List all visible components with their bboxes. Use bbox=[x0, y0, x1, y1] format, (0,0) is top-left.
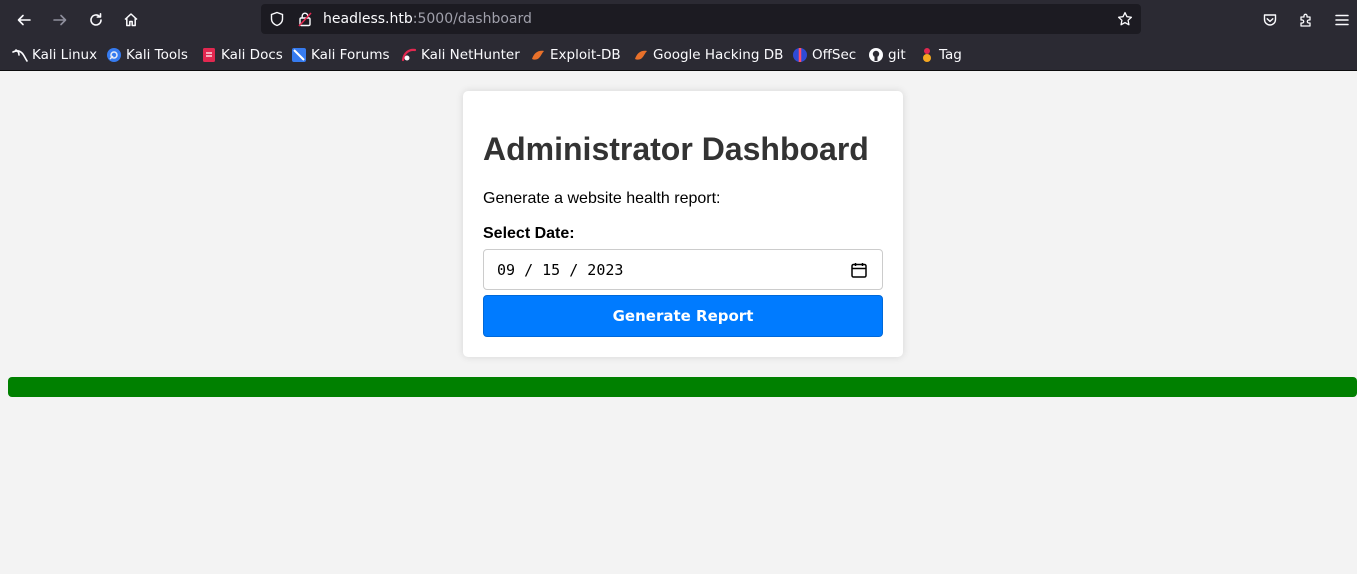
pocket-button[interactable] bbox=[1256, 6, 1284, 34]
insecure-lock-icon[interactable] bbox=[297, 11, 313, 27]
kali-dragon-icon bbox=[12, 47, 28, 63]
date-label: Select Date: bbox=[483, 225, 575, 242]
offsec-icon bbox=[792, 47, 808, 63]
bookmark-kali-docs[interactable]: Kali Docs bbox=[201, 46, 283, 64]
tracking-shield-icon[interactable] bbox=[269, 11, 285, 27]
bookmark-label: Kali Linux bbox=[32, 47, 98, 63]
bookmark-kali-nethunter[interactable]: Kali NetHunter bbox=[401, 46, 520, 64]
bookmarks-toolbar: Kali Linux Kali Tools Kali Docs Kali For… bbox=[0, 40, 1357, 71]
kali-tools-icon bbox=[106, 47, 122, 63]
kali-forums-icon bbox=[291, 47, 307, 63]
puzzle-icon bbox=[1300, 13, 1311, 27]
report-progress-bar bbox=[8, 377, 1357, 397]
pocket-icon bbox=[1263, 14, 1277, 26]
date-input[interactable]: 09 / 15 / 2023 bbox=[483, 249, 883, 290]
bookmark-label: Kali Tools bbox=[126, 47, 188, 63]
url-text[interactable]: headless.htb:5000/dashboard bbox=[323, 10, 532, 28]
date-value[interactable]: 09 / 15 / 2023 bbox=[497, 260, 623, 280]
bookmark-label: Google Hacking DB bbox=[653, 47, 784, 63]
bookmark-git[interactable]: git bbox=[868, 46, 906, 64]
bookmark-kali-forums[interactable]: Kali Forums bbox=[291, 46, 390, 64]
bookmark-star-icon[interactable] bbox=[1117, 11, 1133, 27]
bookmark-label: Exploit-DB bbox=[550, 47, 621, 63]
reload-icon bbox=[90, 13, 102, 26]
url-path: :5000/dashboard bbox=[412, 11, 532, 27]
bookmark-label: Kali NetHunter bbox=[421, 47, 520, 63]
back-arrow-icon bbox=[17, 14, 31, 26]
bookmark-label: Kali Forums bbox=[311, 47, 390, 63]
bookmark-label: git bbox=[888, 47, 906, 63]
kali-nethunter-icon bbox=[401, 47, 417, 63]
calendar-icon[interactable] bbox=[850, 261, 868, 279]
generate-report-button[interactable]: Generate Report bbox=[483, 295, 883, 337]
bookmark-offsec[interactable]: OffSec bbox=[792, 46, 856, 64]
tag-icon bbox=[919, 47, 935, 63]
kali-docs-icon bbox=[201, 47, 217, 63]
bookmark-google-hacking-db[interactable]: Google Hacking DB bbox=[633, 46, 783, 64]
back-button[interactable] bbox=[10, 6, 38, 34]
bookmark-tag[interactable]: Tag bbox=[919, 46, 962, 64]
bookmark-label: Tag bbox=[939, 47, 962, 63]
bookmark-exploit-db[interactable]: Exploit-DB bbox=[530, 46, 621, 64]
bookmark-kali-linux[interactable]: Kali Linux bbox=[12, 46, 97, 64]
github-icon bbox=[868, 47, 884, 63]
browser-toolbar: headless.htb:5000/dashboard bbox=[0, 0, 1357, 40]
forward-button[interactable] bbox=[46, 6, 74, 34]
bookmark-label: OffSec bbox=[812, 47, 857, 63]
extensions-button[interactable] bbox=[1292, 6, 1320, 34]
ghdb-icon bbox=[633, 47, 649, 63]
home-button[interactable] bbox=[117, 6, 145, 34]
app-menu-button[interactable] bbox=[1328, 6, 1356, 34]
url-host: headless.htb bbox=[323, 11, 413, 27]
bookmark-kali-tools[interactable]: Kali Tools bbox=[106, 46, 188, 64]
report-description: Generate a website health report: bbox=[483, 190, 721, 207]
exploit-db-icon bbox=[530, 47, 546, 63]
home-icon bbox=[124, 13, 138, 27]
dashboard-card: Administrator Dashboard Generate a websi… bbox=[463, 91, 903, 357]
forward-arrow-icon bbox=[53, 14, 67, 26]
hamburger-menu-icon bbox=[1335, 14, 1349, 26]
url-bar[interactable]: headless.htb:5000/dashboard bbox=[261, 4, 1141, 34]
page-title: Administrator Dashboard bbox=[483, 131, 869, 167]
reload-button[interactable] bbox=[82, 6, 110, 34]
bookmark-label: Kali Docs bbox=[221, 47, 283, 63]
